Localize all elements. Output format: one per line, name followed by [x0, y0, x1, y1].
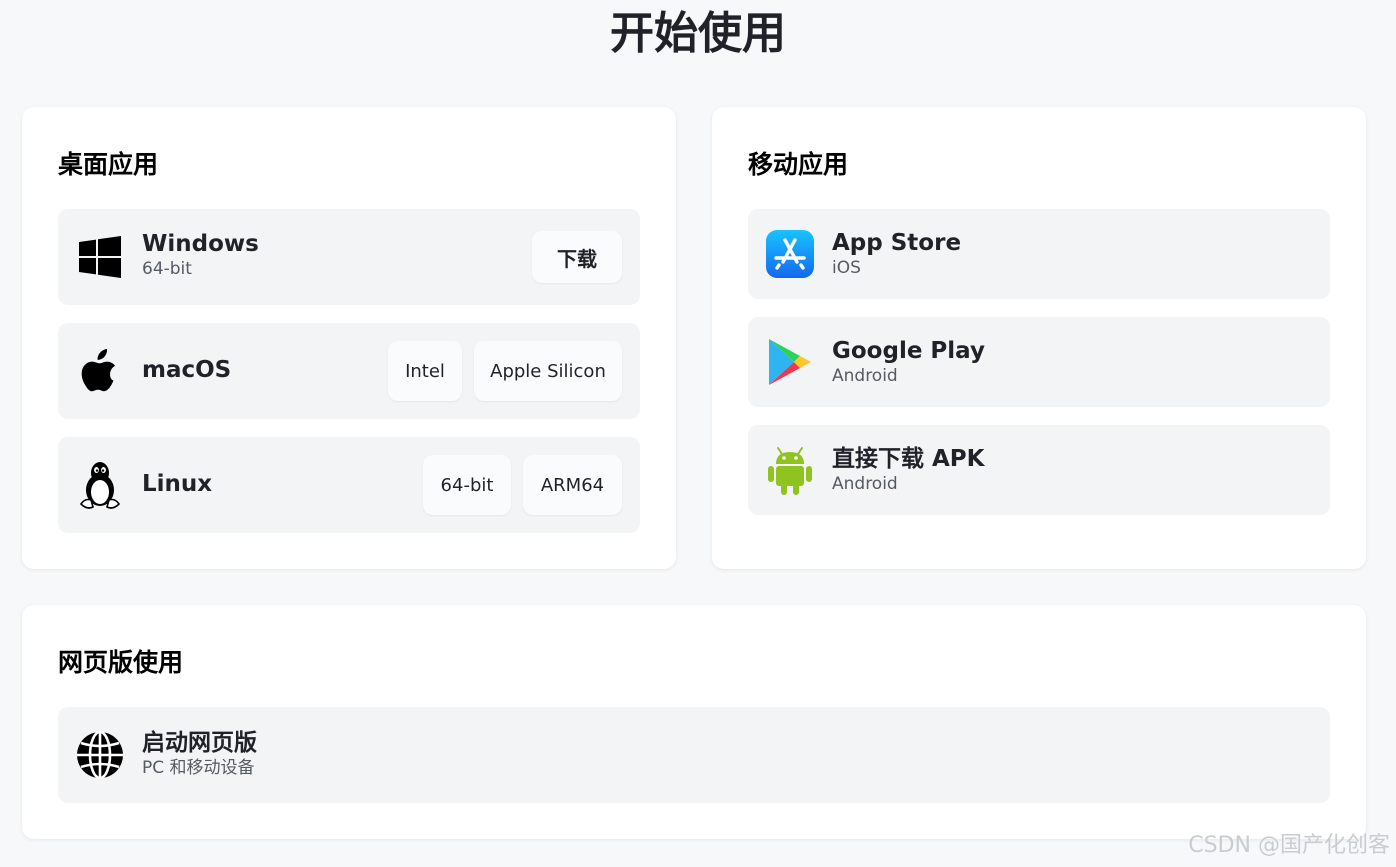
macos-name: macOS: [142, 357, 232, 383]
google-play-name: Google Play: [832, 338, 985, 364]
launch-web-name: 启动网页版: [142, 730, 257, 756]
app-store-platform: iOS: [832, 258, 861, 278]
apple-icon: [78, 347, 122, 393]
apk-download-name: 直接下载 APK: [832, 446, 985, 472]
app-store-text: App Store iOS: [832, 229, 961, 279]
launch-web-text: 启动网页版 PC 和移动设备: [142, 729, 257, 779]
web-version-card: 网页版使用 启动网页版 PC 和移动设备: [22, 605, 1366, 839]
windows-arch: 64-bit: [142, 259, 192, 279]
apk-download-text: 直接下载 APK Android: [832, 445, 985, 495]
desktop-apps-card: 桌面应用 Windows 64-bit 下载 macOS Intel Apple…: [22, 107, 676, 569]
launch-web-row[interactable]: 启动网页版 PC 和移动设备: [58, 707, 1330, 803]
linux-text: Linux: [142, 470, 212, 498]
linux-name: Linux: [142, 471, 213, 497]
google-play-icon: [766, 337, 814, 387]
windows-row: Windows 64-bit 下载: [58, 209, 640, 305]
app-store-row[interactable]: App Store iOS: [748, 209, 1330, 299]
google-play-platform: Android: [832, 366, 898, 386]
app-store-name: App Store: [832, 230, 962, 256]
google-play-row[interactable]: Google Play Android: [748, 317, 1330, 407]
mobile-apps-card: 移动应用 App Store iOS Google Play Android 直…: [712, 107, 1366, 569]
macos-row: macOS Intel Apple Silicon: [58, 323, 640, 419]
windows-text: Windows 64-bit: [142, 230, 259, 280]
page-title: 开始使用: [610, 8, 786, 59]
windows-icon: [78, 235, 122, 279]
linux-64bit-button[interactable]: 64-bit: [423, 455, 511, 515]
macos-apple-silicon-button[interactable]: Apple Silicon: [474, 341, 622, 401]
desktop-apps-title: 桌面应用: [58, 150, 159, 179]
windows-name: Windows: [142, 231, 259, 257]
app-store-icon: [766, 230, 814, 278]
apk-download-platform: Android: [832, 474, 898, 494]
linux-arm64-button[interactable]: ARM64: [523, 455, 622, 515]
android-icon: [766, 445, 814, 495]
tux-icon: [78, 459, 122, 511]
csdn-watermark: CSDN @国产化创客: [1188, 833, 1390, 858]
macos-intel-button[interactable]: Intel: [388, 341, 462, 401]
apk-download-row[interactable]: 直接下载 APK Android: [748, 425, 1330, 515]
web-version-title: 网页版使用: [58, 648, 184, 677]
linux-row: Linux 64-bit ARM64: [58, 437, 640, 533]
mobile-apps-title: 移动应用: [748, 150, 849, 179]
globe-icon: [74, 729, 126, 781]
macos-text: macOS: [142, 356, 231, 384]
windows-download-button[interactable]: 下载: [532, 231, 622, 283]
google-play-text: Google Play Android: [832, 337, 985, 387]
launch-web-devices: PC 和移动设备: [142, 758, 255, 778]
